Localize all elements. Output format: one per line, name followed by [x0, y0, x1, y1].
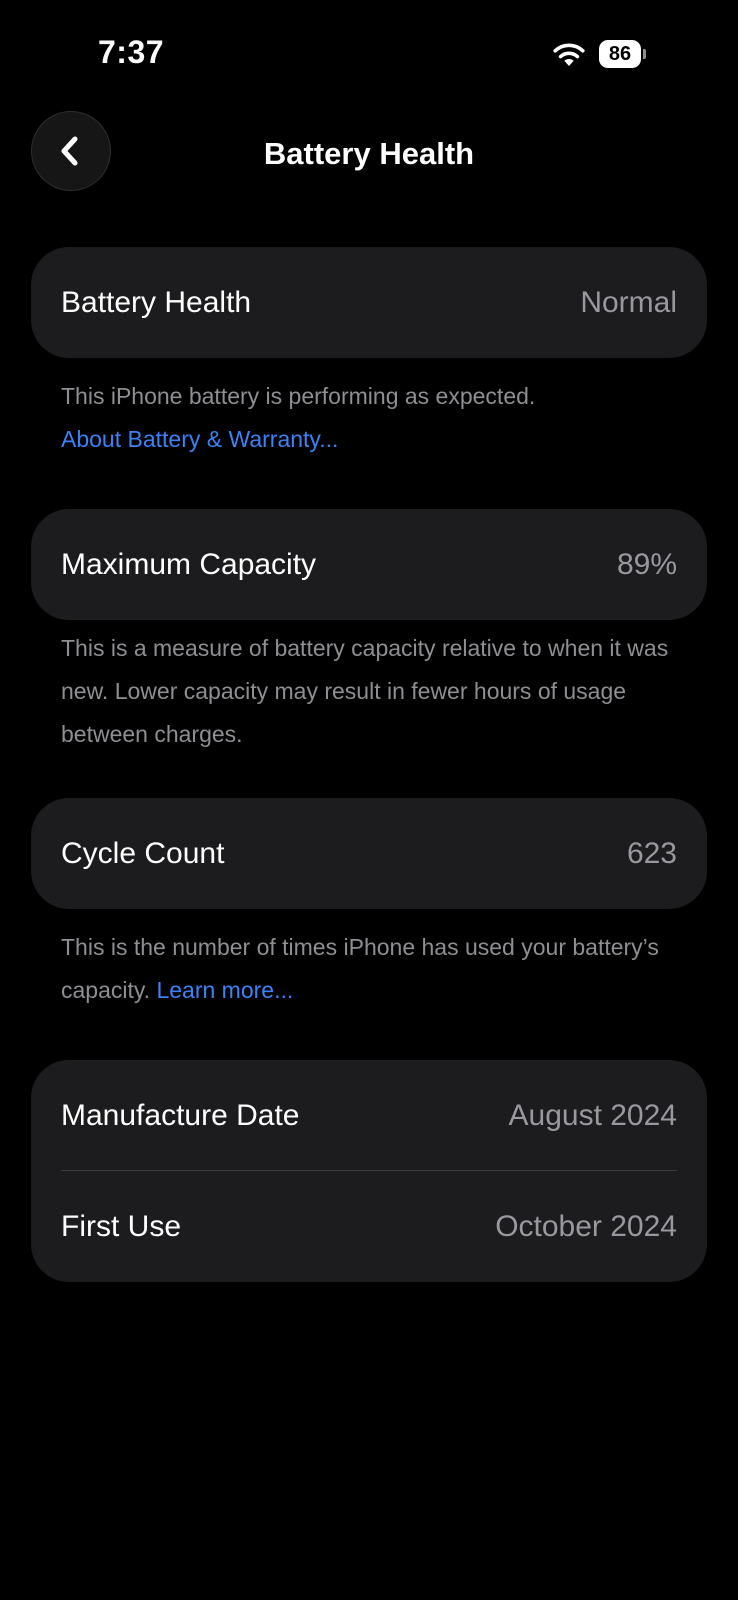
- dates-card: Manufacture Date August 2024 First Use O…: [31, 1060, 707, 1282]
- battery-health-note: This iPhone battery is performing as exp…: [61, 375, 691, 461]
- battery-health-card: Battery Health Normal: [31, 247, 707, 358]
- battery-level: 86: [599, 40, 641, 68]
- max-capacity-note: This is a measure of battery capacity re…: [61, 635, 669, 747]
- max-capacity-value: 89%: [616, 548, 677, 581]
- cycle-count-card: Cycle Count 623: [31, 798, 707, 909]
- first-use-row: First Use October 2024: [31, 1171, 707, 1282]
- max-capacity-label: Maximum Capacity: [61, 548, 317, 581]
- manufacture-date-row: Manufacture Date August 2024: [31, 1060, 707, 1171]
- cycle-count-value: 623: [626, 837, 677, 870]
- battery-icon: 86: [599, 40, 646, 68]
- nav-bar: Battery Health: [0, 100, 738, 200]
- wifi-icon: [553, 43, 585, 66]
- cycle-count-label: Cycle Count: [61, 837, 225, 870]
- max-capacity-row: Maximum Capacity 89%: [31, 509, 707, 620]
- status-time: 7:37: [98, 34, 165, 70]
- battery-health-row: Battery Health Normal: [31, 247, 707, 358]
- first-use-label: First Use: [61, 1210, 181, 1243]
- max-capacity-card: Maximum Capacity 89%: [31, 509, 707, 620]
- battery-health-value: Normal: [580, 286, 677, 319]
- status-bar: 7:37 86: [0, 0, 738, 100]
- manufacture-date-value: August 2024: [508, 1099, 677, 1132]
- cycle-count-note: This is the number of times iPhone has u…: [61, 926, 691, 1012]
- manufacture-date-label: Manufacture Date: [61, 1099, 300, 1132]
- first-use-value: October 2024: [495, 1210, 677, 1243]
- cycle-count-note-text: This is the number of times iPhone has u…: [61, 934, 659, 1003]
- battery-health-note-text: This iPhone battery is performing as exp…: [61, 383, 536, 409]
- about-battery-warranty-link[interactable]: About Battery & Warranty...: [61, 426, 338, 452]
- page-title: Battery Health: [263, 136, 475, 171]
- battery-tip: [643, 49, 646, 59]
- battery-health-label: Battery Health: [61, 286, 252, 319]
- learn-more-link[interactable]: Learn more...: [156, 977, 293, 1003]
- cycle-count-row: Cycle Count 623: [31, 798, 707, 909]
